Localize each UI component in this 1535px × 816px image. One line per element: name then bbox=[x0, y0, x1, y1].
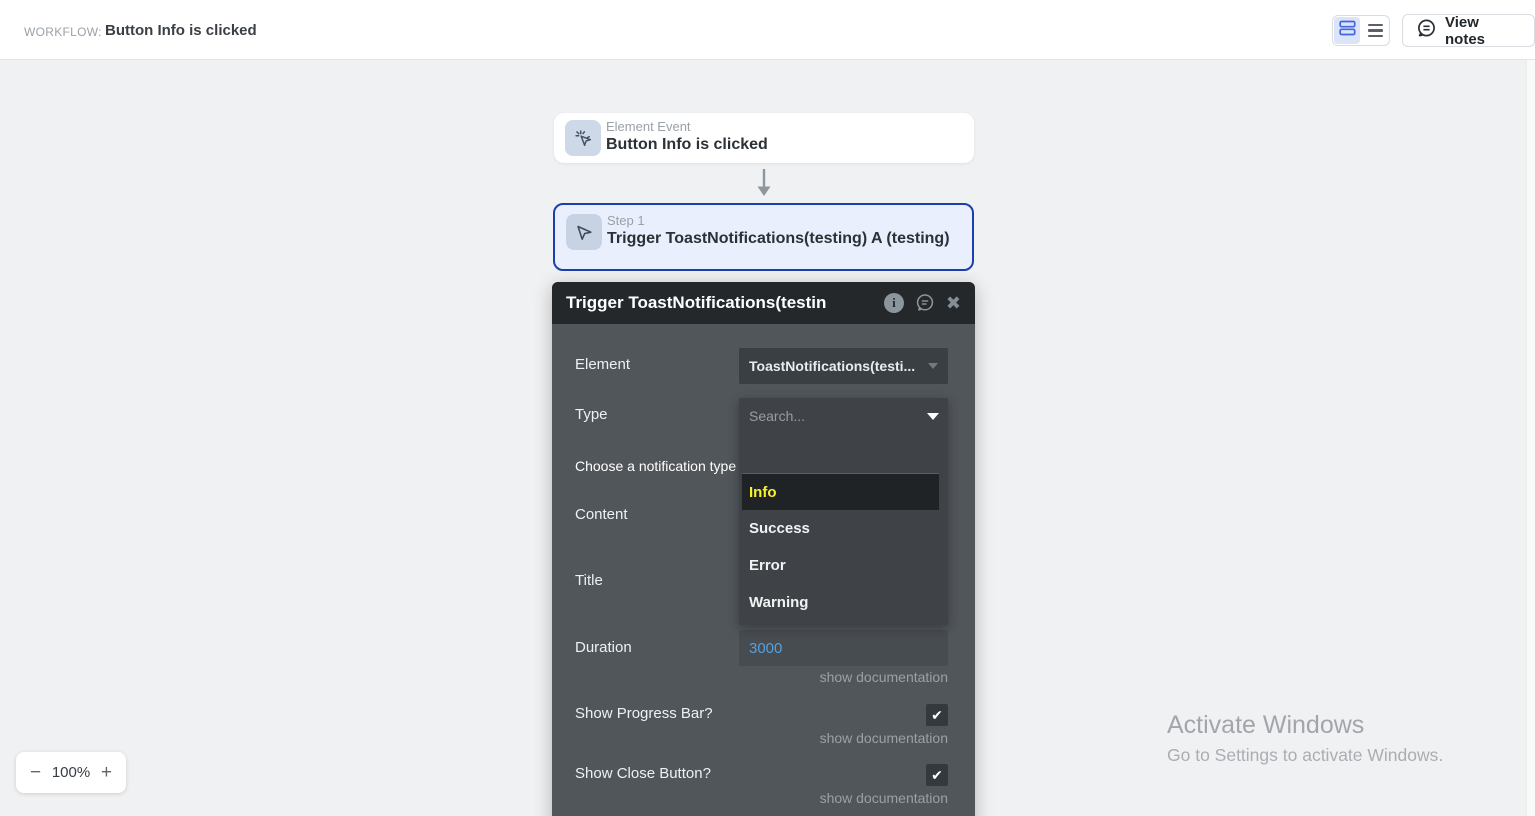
event-node-kind: Element Event bbox=[606, 119, 956, 135]
event-node-title: Button Info is clicked bbox=[606, 135, 956, 155]
list-view-toggle-button[interactable] bbox=[1362, 17, 1388, 44]
element-field-label: Element bbox=[575, 356, 630, 373]
type-dropdown-panel: Info Success Error Warning bbox=[739, 398, 948, 625]
close-button-field-label: Show Close Button? bbox=[575, 765, 711, 782]
type-field-label: Type bbox=[575, 406, 608, 423]
type-option-success[interactable]: Success bbox=[739, 510, 948, 547]
show-documentation-link[interactable]: show documentation bbox=[820, 669, 948, 685]
list-view-icon bbox=[1368, 24, 1383, 38]
step-node-kind: Step 1 bbox=[607, 213, 957, 229]
workflow-label: WORKFLOW: bbox=[24, 25, 102, 39]
type-option-warning[interactable]: Warning bbox=[739, 584, 948, 621]
show-documentation-link[interactable]: show documentation bbox=[820, 730, 948, 746]
chevron-down-icon bbox=[928, 363, 938, 369]
property-editor-title: Trigger ToastNotifications(testin bbox=[566, 293, 884, 313]
view-notes-button[interactable]: View notes bbox=[1402, 14, 1535, 47]
workflow-step-node[interactable]: Step 1 Trigger ToastNotifications(testin… bbox=[553, 203, 974, 271]
element-dropdown-value: ToastNotifications(testi... bbox=[749, 358, 928, 374]
show-documentation-link[interactable]: show documentation bbox=[820, 790, 948, 806]
step-node-title: Trigger ToastNotifications(testing) A (t… bbox=[607, 229, 957, 249]
flow-connector-arrow bbox=[755, 168, 773, 203]
workflow-editor-screen: WORKFLOW: Button Info is clicked bbox=[0, 0, 1535, 816]
activate-windows-watermark: Activate Windows Go to Settings to activ… bbox=[1167, 709, 1443, 769]
element-event-icon bbox=[565, 120, 601, 156]
type-option-info[interactable]: Info bbox=[742, 473, 939, 510]
progress-field-label: Show Progress Bar? bbox=[575, 705, 713, 722]
notes-bubble-icon bbox=[1416, 18, 1437, 44]
property-editor-header[interactable]: Trigger ToastNotifications(testin i ✖ bbox=[552, 282, 975, 324]
event-node-text: Element Event Button Info is clicked bbox=[606, 119, 956, 155]
content-field-label: Content bbox=[575, 506, 628, 523]
type-helper-label: Choose a notification type bbox=[575, 458, 736, 474]
info-icon[interactable]: i bbox=[884, 293, 904, 313]
element-dropdown[interactable]: ToastNotifications(testi... bbox=[739, 348, 948, 384]
card-view-toggle-button[interactable] bbox=[1334, 17, 1360, 44]
watermark-line1: Activate Windows bbox=[1167, 709, 1443, 741]
duration-input-wrap bbox=[739, 630, 948, 666]
type-options-list: Info Success Error Warning bbox=[739, 473, 948, 621]
cards-view-icon bbox=[1339, 20, 1356, 41]
close-icon[interactable]: ✖ bbox=[946, 294, 961, 312]
canvas-scrollbar[interactable] bbox=[1526, 60, 1535, 816]
step-node-text: Step 1 Trigger ToastNotifications(testin… bbox=[607, 213, 957, 249]
header-icons: i ✖ bbox=[884, 293, 961, 313]
pointer-cursor-icon bbox=[566, 214, 602, 250]
chevron-down-icon bbox=[927, 413, 939, 420]
watermark-line2: Go to Settings to activate Windows. bbox=[1167, 741, 1443, 769]
type-option-error[interactable]: Error bbox=[739, 547, 948, 584]
duration-field-label: Duration bbox=[575, 639, 632, 656]
action-property-editor: Trigger ToastNotifications(testin i ✖ El… bbox=[552, 282, 975, 816]
workflow-event-node[interactable]: Element Event Button Info is clicked bbox=[554, 113, 974, 163]
comment-icon[interactable] bbox=[915, 293, 935, 313]
show-close-button-checkbox[interactable]: ✔ bbox=[926, 764, 948, 786]
workflow-title: Button Info is clicked bbox=[105, 22, 257, 39]
canvas-zoom-control: − 100% + bbox=[16, 752, 126, 793]
zoom-level: 100% bbox=[52, 764, 90, 781]
show-progress-bar-checkbox[interactable]: ✔ bbox=[926, 704, 948, 726]
zoom-out-button[interactable]: − bbox=[30, 763, 41, 782]
zoom-in-button[interactable]: + bbox=[101, 763, 112, 782]
duration-input[interactable] bbox=[739, 630, 948, 666]
topbar: WORKFLOW: Button Info is clicked bbox=[0, 0, 1535, 60]
view-mode-toggle bbox=[1332, 15, 1390, 46]
type-search-input[interactable] bbox=[739, 398, 948, 434]
view-notes-label: View notes bbox=[1445, 14, 1521, 48]
type-search-row bbox=[739, 398, 948, 434]
title-field-label: Title bbox=[575, 572, 603, 589]
